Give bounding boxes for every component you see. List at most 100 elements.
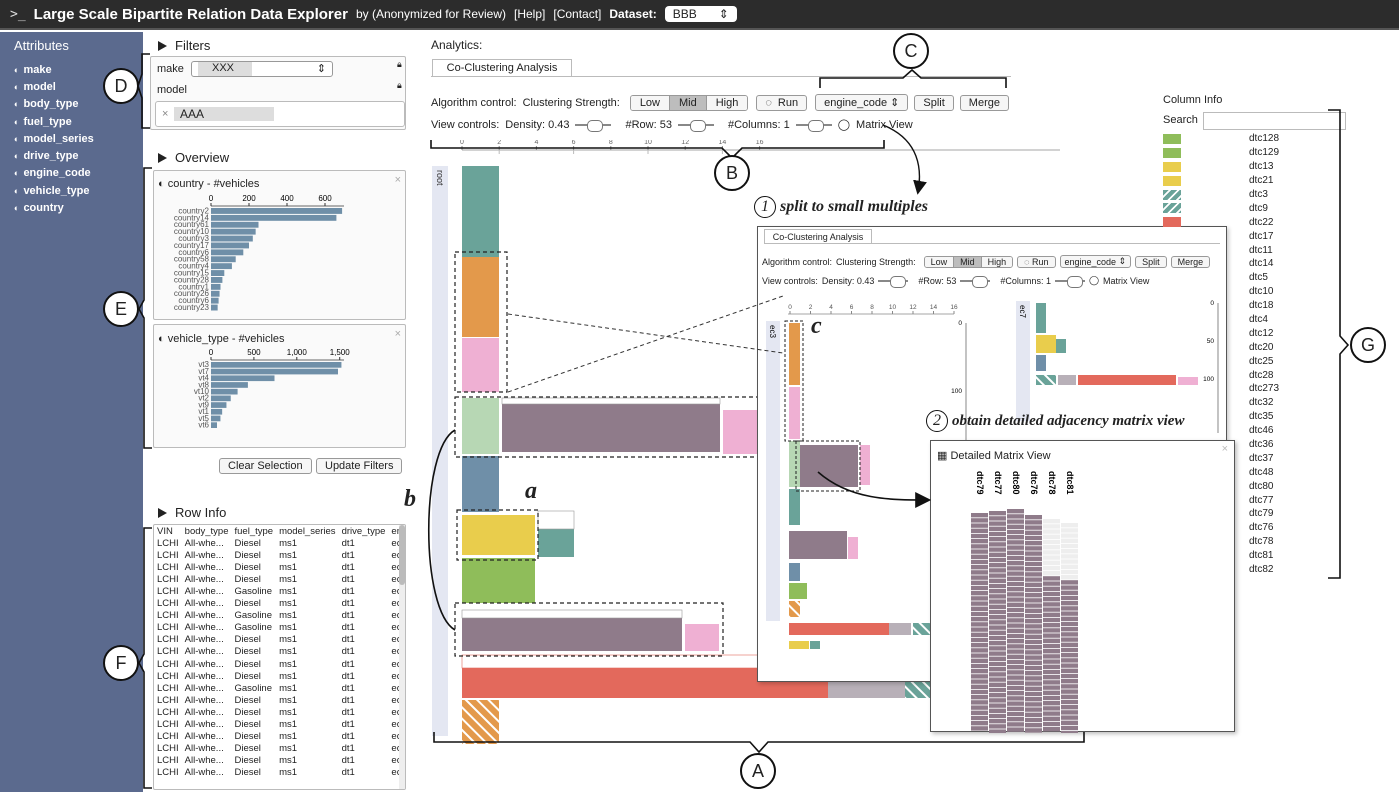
column-info-item[interactable]: dtc4 <box>1163 313 1279 327</box>
column-info-item[interactable]: dtc25 <box>1163 354 1279 368</box>
inset-strength-mid[interactable]: Mid <box>954 256 982 267</box>
scrollbar[interactable] <box>399 525 405 789</box>
column-info-item[interactable]: dtc10 <box>1163 285 1279 299</box>
table-row[interactable]: LCHIAll-whe...Dieselms1dt1ec5 <box>154 549 405 561</box>
table-row[interactable]: LCHIAll-whe...Dieselms1dt1ec3 <box>154 561 405 573</box>
column-info-item[interactable]: dtc273 <box>1163 382 1279 396</box>
column-info-item[interactable]: dtc5 <box>1163 271 1279 285</box>
inset-tab-co-clustering[interactable]: Co-Clustering Analysis <box>764 229 872 244</box>
dataset-select[interactable]: BBB ⇕ <box>664 6 737 22</box>
column-info-item[interactable]: dtc11 <box>1163 243 1279 257</box>
table-row[interactable]: LCHIAll-whe...Dieselms1dt1ec7 <box>154 694 405 706</box>
model-tag-input[interactable]: × AAA <box>155 101 405 127</box>
table-row[interactable]: LCHIAll-whe...Dieselms1dt1ec3 <box>154 755 405 767</box>
clear-selection-button[interactable]: Clear Selection <box>219 458 312 474</box>
run-button[interactable]: ◌ Run <box>756 94 808 111</box>
density-slider[interactable] <box>575 119 612 132</box>
table-row[interactable]: LCHIAll-whe...Dieselms1dt1ec7 <box>154 634 405 646</box>
column-info-item[interactable]: dtc80 <box>1163 479 1279 493</box>
column-info-item[interactable]: dtc78 <box>1163 535 1279 549</box>
column-info-item[interactable]: dtc20 <box>1163 340 1279 354</box>
column-info-item[interactable]: dtc14 <box>1163 257 1279 271</box>
split-button[interactable]: Split <box>914 94 954 111</box>
table-row[interactable]: LCHIAll-whe...Dieselms1dt1ec7 <box>154 537 405 549</box>
matrix-view-toggle-icon[interactable]: ◯ <box>1089 275 1099 286</box>
update-filters-button[interactable]: Update Filters <box>316 458 403 474</box>
strength-high-button[interactable]: High <box>706 95 748 110</box>
close-icon[interactable]: × <box>395 174 401 186</box>
inset-split-button[interactable]: Split <box>1135 255 1167 268</box>
filters-header[interactable]: Filters <box>158 38 408 53</box>
column-header[interactable]: body_type <box>182 525 232 537</box>
column-info-item[interactable]: dtc82 <box>1163 563 1279 577</box>
attribute-drive_type[interactable]: ◐ drive_type <box>14 147 129 164</box>
column-info-item[interactable]: dtc17 <box>1163 229 1279 243</box>
column-info-item[interactable]: dtc128 <box>1163 132 1279 146</box>
table-row[interactable]: LCHIAll-whe...Gasolinems1dt1ec8 <box>154 585 405 597</box>
column-info-item[interactable]: dtc22 <box>1163 215 1279 229</box>
row-info-header[interactable]: Row Info <box>158 505 226 520</box>
columns-slider[interactable] <box>795 119 832 132</box>
column-info-item[interactable]: dtc37 <box>1163 451 1279 465</box>
column-info-item[interactable]: dtc76 <box>1163 521 1279 535</box>
column-search-input[interactable] <box>1203 112 1346 130</box>
strength-low-button[interactable]: Low <box>630 95 670 110</box>
column-info-item[interactable]: dtc79 <box>1163 507 1279 521</box>
inset-run-button[interactable]: ◌ Run <box>1017 255 1056 268</box>
attribute-model_series[interactable]: ◐ model_series <box>14 130 129 147</box>
table-row[interactable]: LCHIAll-whe...Dieselms1dt1ec3 <box>154 743 405 755</box>
column-info-item[interactable]: dtc81 <box>1163 549 1279 563</box>
engine-code-select[interactable]: engine_code ⇕ <box>815 94 909 111</box>
column-header[interactable]: drive_type <box>339 525 389 537</box>
table-row[interactable]: LCHIAll-whe...Dieselms1dt1ec7 <box>154 598 405 610</box>
column-info-item[interactable]: dtc18 <box>1163 299 1279 313</box>
inset-columns-slider[interactable] <box>1054 275 1085 288</box>
lock-icon[interactable]: 🔒︎ <box>397 59 402 70</box>
merge-button[interactable]: Merge <box>959 94 1009 111</box>
attribute-engine_code[interactable]: ◐ engine_code <box>14 165 129 182</box>
table-row[interactable]: LCHIAll-whe...Dieselms1dt1ec3 <box>154 658 405 670</box>
attribute-vehicle_type[interactable]: ◐ vehicle_type <box>14 182 129 199</box>
column-info-item[interactable]: dtc3 <box>1163 188 1279 202</box>
column-info-item[interactable]: dtc77 <box>1163 493 1279 507</box>
inset-strength-high[interactable]: High <box>981 256 1013 267</box>
close-icon[interactable]: × <box>395 328 401 340</box>
table-row[interactable]: LCHIAll-whe...Gasolinems1dt1ec10 <box>154 682 405 694</box>
table-row[interactable]: LCHIAll-whe...Dieselms1dt1ec3 <box>154 767 405 779</box>
column-info-item[interactable]: dtc48 <box>1163 465 1279 479</box>
table-row[interactable]: LCHIAll-whe...Gasolinems1dt1ec10 <box>154 622 405 634</box>
column-info-item[interactable]: dtc36 <box>1163 438 1279 452</box>
column-header[interactable]: fuel_type <box>232 525 277 537</box>
column-info-item[interactable]: dtc12 <box>1163 326 1279 340</box>
table-row[interactable]: LCHIAll-whe...Dieselms1dt1ec3 <box>154 646 405 658</box>
attribute-country[interactable]: ◐ country <box>14 199 129 216</box>
overview-header[interactable]: Overview <box>158 150 229 165</box>
table-row[interactable]: LCHIAll-whe...Dieselms1dt1ec7 <box>154 719 405 731</box>
column-header[interactable]: model_series <box>276 525 339 537</box>
table-row[interactable]: LCHIAll-whe...Gasolinems1dt1ec8 <box>154 610 405 622</box>
contact-link[interactable]: [Contact] <box>553 7 601 21</box>
help-link[interactable]: [Help] <box>514 7 545 21</box>
inset-density-slider[interactable] <box>878 275 909 288</box>
column-info-item[interactable]: dtc129 <box>1163 146 1279 160</box>
rows-slider[interactable] <box>677 119 714 132</box>
inset-engine-code-select[interactable]: engine_code ⇕ <box>1059 255 1132 268</box>
tab-co-clustering[interactable]: Co-Clustering Analysis <box>432 59 572 77</box>
attribute-fuel_type[interactable]: ◐ fuel_type <box>14 113 129 130</box>
column-info-item[interactable]: dtc21 <box>1163 174 1279 188</box>
column-info-item[interactable]: dtc13 <box>1163 160 1279 174</box>
column-info-item[interactable]: dtc9 <box>1163 201 1279 215</box>
column-info-item[interactable]: dtc28 <box>1163 368 1279 382</box>
table-row[interactable]: LCHIAll-whe...Dieselms1dt1ec3 <box>154 573 405 585</box>
table-row[interactable]: LCHIAll-whe...Dieselms1dt1ec3 <box>154 731 405 743</box>
column-header[interactable]: VIN <box>154 525 182 537</box>
column-info-item[interactable]: dtc32 <box>1163 396 1279 410</box>
lock-icon[interactable]: 🔒︎ <box>397 80 402 91</box>
remove-tag-icon[interactable]: × <box>162 108 168 120</box>
make-select[interactable]: XXX ⇕ <box>191 61 333 77</box>
inset-strength-low[interactable]: Low <box>924 256 955 267</box>
matrix-view-toggle-icon[interactable]: ◯ <box>838 118 850 131</box>
inset-rows-slider[interactable] <box>960 275 991 288</box>
table-row[interactable]: LCHIAll-whe...Dieselms1dt1ec7 <box>154 670 405 682</box>
table-row[interactable]: LCHIAll-whe...Dieselms1dt1ec3 <box>154 706 405 718</box>
